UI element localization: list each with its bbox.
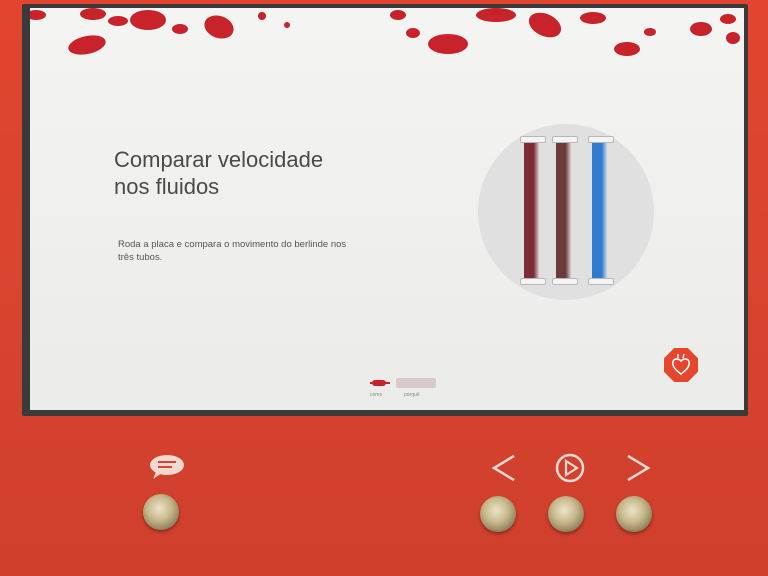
decor-blob: [108, 16, 128, 26]
tube-cap-top: [552, 136, 578, 143]
fluid-tube-1: [524, 140, 540, 280]
tube-cap-bottom: [520, 278, 546, 285]
fluid-tube-2: [556, 140, 572, 280]
kiosk-screen: Comparar velocidade nos fluidos Roda a p…: [30, 8, 744, 410]
fluid-tube-3: [592, 140, 608, 280]
chat-button[interactable]: [143, 494, 179, 530]
play-icon: [554, 452, 586, 489]
instructions-line-2: três tubos.: [118, 252, 163, 263]
decor-blob: [284, 22, 290, 28]
page-title: Comparar velocidade nos fluidos: [114, 146, 414, 200]
decor-blob: [690, 22, 712, 36]
instructions-text: Roda a placa e compara o movimento do be…: [118, 238, 418, 264]
decor-blob: [524, 8, 566, 43]
pager: como porquê: [360, 374, 440, 404]
decor-blob: [390, 10, 406, 20]
instructions-line-1: Roda a placa e compara o movimento do be…: [118, 239, 347, 250]
heart-icon: [671, 353, 691, 375]
title-line-2: nos fluidos: [114, 174, 220, 199]
pager-label-como: como: [370, 392, 383, 398]
decor-blob: [644, 28, 656, 36]
decor-blob: [130, 10, 166, 30]
decor-blob: [406, 28, 420, 38]
decor-blob: [258, 12, 266, 20]
heart-badge[interactable]: [664, 348, 698, 382]
chat-icon: [148, 454, 186, 485]
chevron-left-icon: [490, 454, 518, 487]
pager-dot-porque[interactable]: [396, 378, 436, 388]
decor-blob: [580, 12, 606, 24]
decor-blob: [614, 42, 640, 56]
decor-blob: [476, 8, 516, 22]
tube-cap-bottom: [552, 278, 578, 285]
decor-blob: [726, 32, 740, 44]
decor-blob: [172, 24, 188, 34]
tube-cap-bottom: [588, 278, 614, 285]
decor-blob: [66, 32, 108, 58]
decor-blob: [30, 10, 46, 20]
decor-blob: [720, 14, 736, 24]
decor-blob: [428, 34, 468, 54]
tube-cap-top: [588, 136, 614, 143]
title-line-1: Comparar velocidade: [114, 147, 324, 172]
previous-button[interactable]: [480, 496, 516, 532]
decor-blob: [201, 11, 237, 43]
tube-cap-top: [520, 136, 546, 143]
play-button[interactable]: [548, 496, 584, 532]
next-button[interactable]: [616, 496, 652, 532]
decor-blob: [80, 8, 106, 20]
pager-track: [370, 382, 390, 384]
pager-label-porque: porquê: [404, 392, 420, 398]
chevron-right-icon: [624, 454, 652, 487]
